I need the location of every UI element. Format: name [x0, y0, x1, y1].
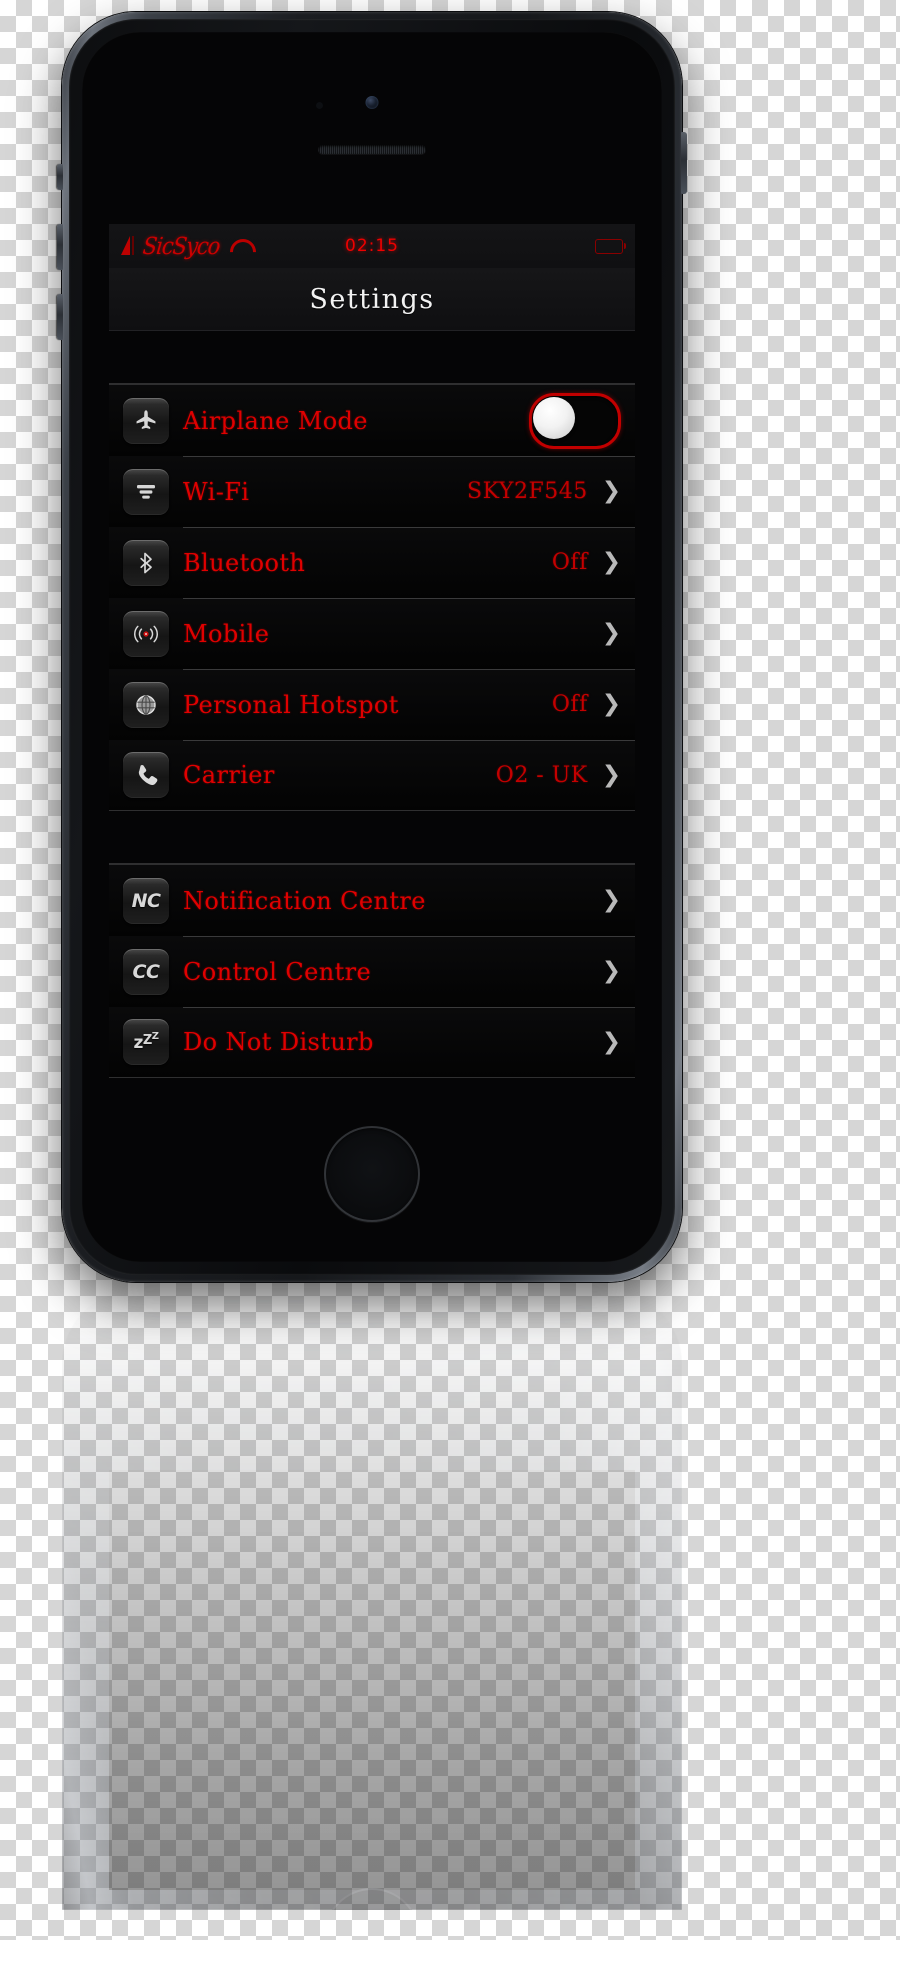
do-not-disturb-icon: zZZ: [123, 1019, 169, 1065]
settings-row-value: SKY2F545: [467, 479, 588, 504]
row-content: Carrier O2 - UK ❯: [183, 740, 635, 810]
wifi-icon: [229, 237, 252, 255]
settings-row-airplane-mode[interactable]: Airplane Mode: [109, 385, 635, 456]
proximity-sensor-icon: [316, 102, 323, 109]
chevron-right-icon: ❯: [601, 1028, 621, 1055]
settings-row-label: Notification Centre: [183, 886, 426, 915]
row-content: Wi-Fi SKY2F545 ❯: [183, 456, 635, 527]
status-bar: SicSyco 02:15: [109, 224, 635, 268]
group-spacer-top: [109, 331, 635, 384]
battery-icon: [595, 238, 626, 254]
settings-row-mobile[interactable]: Mobile ❯: [109, 598, 635, 669]
hotspot-globe-icon: [123, 681, 169, 728]
settings-row-value: Off: [551, 692, 588, 717]
device-bezel: SicSyco 02:15 Settings Airplane Mode Wi-…: [69, 19, 675, 1275]
signal-bars-icon: [121, 235, 134, 255]
settings-row-label: Personal Hotspot: [183, 690, 399, 719]
earpiece-speaker: [318, 145, 426, 154]
settings-row-label: Wi-Fi: [183, 477, 250, 506]
cellular-waves-icon: [123, 610, 169, 657]
chevron-right-icon: ❯: [601, 549, 621, 575]
settings-row-notification-centre[interactable]: NC Notification Centre ❯: [109, 865, 635, 936]
device-frame: SicSyco 02:15 Settings Airplane Mode Wi-…: [57, 12, 687, 1282]
chevron-right-icon: ❯: [601, 620, 621, 646]
chevron-right-icon: ❯: [601, 761, 621, 788]
row-content: Airplane Mode: [183, 385, 635, 456]
settings-row-label: Airplane Mode: [183, 406, 368, 435]
settings-row-label: Control Centre: [183, 957, 372, 986]
chevron-right-icon: ❯: [601, 691, 621, 717]
settings-row-label: Carrier: [183, 761, 275, 789]
power-button[interactable]: [681, 132, 687, 194]
control-centre-icon: CC: [123, 948, 169, 995]
status-bar-right: [595, 238, 626, 254]
front-camera-icon: [365, 96, 379, 109]
volume-up-button[interactable]: [57, 224, 63, 270]
icon-label: NC: [131, 889, 161, 912]
settings-group-centres: NC Notification Centre ❯ CC Control Cent…: [109, 864, 635, 1078]
group-spacer-bottom: [109, 1078, 635, 1126]
settings-row-bluetooth[interactable]: Bluetooth Off ❯: [109, 527, 635, 598]
icon-label: CC: [132, 960, 160, 983]
settings-row-wifi[interactable]: Wi-Fi SKY2F545 ❯: [109, 456, 635, 527]
settings-table[interactable]: Airplane Mode Wi-Fi SKY2F545 ❯ Bluetooth…: [109, 331, 635, 1126]
status-time: 02:15: [345, 236, 399, 256]
settings-row-value: O2 - UK: [495, 762, 588, 788]
carrier-name-label: SicSyco: [141, 232, 221, 260]
device-face: SicSyco 02:15 Settings Airplane Mode Wi-…: [82, 32, 662, 1262]
chevron-right-icon: ❯: [601, 478, 621, 504]
settings-row-control-centre[interactable]: CC Control Centre ❯: [109, 936, 635, 1007]
row-content: Mobile ❯: [183, 598, 635, 669]
volume-down-button[interactable]: [57, 294, 63, 340]
notification-centre-icon: NC: [123, 877, 169, 924]
row-content: Do Not Disturb ❯: [183, 1007, 635, 1077]
settings-row-label: Bluetooth: [183, 548, 306, 577]
settings-row-personal-hotspot[interactable]: Personal Hotspot Off ❯: [109, 669, 635, 740]
settings-group-connectivity: Airplane Mode Wi-Fi SKY2F545 ❯ Bluetooth…: [109, 384, 635, 811]
settings-row-carrier[interactable]: Carrier O2 - UK ❯: [109, 740, 635, 811]
airplane-icon: [123, 397, 169, 444]
row-content: Notification Centre ❯: [183, 865, 635, 936]
phone-handset-icon: [123, 752, 169, 798]
iphone-device: SicSyco 02:15 Settings Airplane Mode Wi-…: [57, 12, 687, 1282]
chevron-right-icon: ❯: [601, 887, 621, 913]
airplane-mode-toggle[interactable]: [529, 392, 621, 449]
row-content: Bluetooth Off ❯: [183, 527, 635, 598]
phone-screen: SicSyco 02:15 Settings Airplane Mode Wi-…: [109, 224, 635, 1126]
settings-row-do-not-disturb[interactable]: zZZ Do Not Disturb ❯: [109, 1007, 635, 1078]
settings-row-label: Mobile: [183, 619, 270, 648]
home-button[interactable]: [324, 1126, 420, 1222]
page-title: Settings: [309, 283, 435, 315]
chevron-right-icon: ❯: [601, 958, 621, 984]
row-content: Personal Hotspot Off ❯: [183, 669, 635, 740]
wifi-signal-icon: [123, 468, 169, 515]
status-bar-left: SicSyco: [121, 232, 252, 260]
toggle-knob: [533, 396, 575, 439]
group-spacer-middle: [109, 811, 635, 864]
settings-row-label: Do Not Disturb: [183, 1028, 374, 1056]
silent-switch[interactable]: [57, 164, 63, 190]
icon-label: zZZ: [133, 1031, 159, 1053]
row-content: Control Centre ❯: [183, 936, 635, 1007]
navigation-bar: Settings: [109, 268, 635, 331]
settings-row-value: Off: [551, 550, 588, 575]
bluetooth-icon: [123, 539, 169, 586]
